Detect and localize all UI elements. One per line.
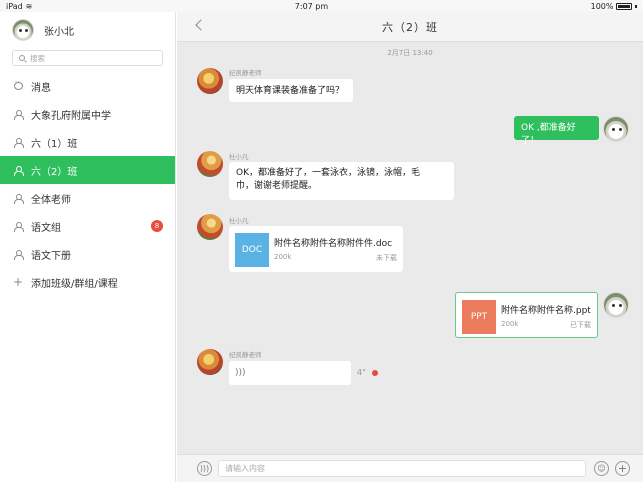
sender-name: 纪凯静老师 [229, 69, 262, 77]
voice-wave-icon: ))) [235, 368, 246, 378]
my-file-attachment-card[interactable]: PPT 附件名称附件名称.ppt 200k 已下载 [455, 292, 598, 338]
sidebar-item-class-6-2[interactable]: 六（2）班 [0, 156, 175, 184]
sidebar-item-label: 语文组 [31, 222, 61, 234]
sidebar-item-class-6-1[interactable]: 六（1）班 [0, 128, 175, 156]
my-avatar[interactable] [603, 116, 629, 142]
voice-duration: 4" [357, 368, 366, 377]
sender-name: 杜小凡 [229, 153, 249, 161]
avatar[interactable] [12, 19, 34, 41]
file-size: 200k [274, 253, 292, 261]
profile[interactable]: 张小北 [0, 12, 175, 48]
battery-percent: 100% [590, 1, 614, 11]
chat-title: 六（2）班 [382, 20, 438, 34]
message-bubble[interactable]: 明天体育课装备准备了吗？ [229, 79, 353, 102]
sidebar-item-label: 消息 [31, 82, 51, 94]
person-icon [14, 249, 24, 260]
message-input[interactable]: 请输入内容 [218, 460, 586, 477]
search-placeholder: 搜索 [30, 53, 45, 63]
unread-badge: 8 [151, 220, 163, 232]
input-placeholder: 请输入内容 [225, 464, 265, 473]
sender-avatar[interactable] [197, 214, 223, 240]
file-name: 附件名称附件名称附件件.doc [274, 239, 393, 249]
chat-header: 六（2）班 [177, 12, 643, 42]
voice-message-bubble[interactable]: ))) [229, 361, 351, 385]
sidebar-nav: 消息 大象孔府附属中学 六（1）班 六（2）班 全体老师 语文组 8 语文下册 [0, 72, 175, 296]
doc-file-icon: DOC [235, 233, 269, 267]
sidebar-item-messages[interactable]: 消息 [0, 72, 175, 100]
search-input[interactable]: 搜索 [12, 50, 163, 66]
sidebar-item-chinese-book[interactable]: 语文下册 [0, 240, 175, 268]
wifi-icon: ≋ [25, 1, 33, 11]
message-timestamp: 2月7日 13:40 [387, 49, 433, 57]
add-attachment-icon[interactable]: + [615, 461, 630, 476]
emoji-icon[interactable]: ☺ [594, 461, 609, 476]
person-icon [14, 165, 24, 176]
sender-name: 纪凯静老师 [229, 351, 262, 359]
my-message-bubble[interactable]: OK ,都准备好了！ [514, 116, 599, 146]
sidebar-item-chinese-group[interactable]: 语文组 8 [0, 212, 175, 240]
sidebar-item-all-teachers[interactable]: 全体老师 [0, 184, 175, 212]
message-line: OK，都准备好了，一套泳衣，泳镜，泳帽，毛 [236, 168, 420, 178]
person-icon [14, 221, 24, 232]
search-icon [19, 55, 25, 61]
voice-input-icon[interactable]: ))) [197, 461, 212, 476]
file-download-status: 已下载 [570, 321, 591, 329]
back-chevron-icon[interactable] [195, 19, 207, 31]
sidebar-item-label: 语文下册 [31, 250, 71, 262]
user-name: 张小北 [44, 26, 74, 38]
message-line: 巾，谢谢老师提醒。 [236, 181, 318, 192]
ppt-file-icon: PPT [462, 300, 496, 334]
person-icon [14, 193, 24, 204]
sidebar: 张小北 搜索 消息 大象孔府附属中学 六（1）班 六（2）班 全体老师 语文组 [0, 12, 176, 482]
sender-avatar[interactable] [197, 68, 223, 94]
sidebar-item-label: 六（1）班 [31, 138, 78, 150]
sidebar-item-label: 大象孔府附属中学 [31, 110, 111, 122]
sender-avatar[interactable] [197, 349, 223, 375]
person-icon [14, 137, 24, 148]
file-attachment-card[interactable]: DOC 附件名称附件名称附件件.doc 200k 未下载 [229, 226, 403, 272]
file-name: 附件名称附件名称.ppt [501, 306, 591, 316]
sidebar-item-label: 添加班级/群组/课程 [31, 278, 118, 290]
chat-panel: 六（2）班 2月7日 13:40 纪凯静老师 明天体育课装备准备了吗？ OK ,… [177, 12, 643, 482]
file-download-status: 未下载 [376, 254, 397, 262]
chat-bubble-icon [13, 79, 23, 90]
battery-icon [616, 2, 633, 10]
person-icon [14, 109, 24, 120]
file-size: 200k [501, 320, 519, 328]
plus-icon: + [12, 275, 24, 289]
sidebar-item-add-group[interactable]: + 添加班级/群组/课程 [0, 268, 175, 296]
sender-avatar[interactable] [197, 151, 223, 177]
sidebar-item-label: 全体老师 [31, 194, 71, 206]
sidebar-item-school[interactable]: 大象孔府附属中学 [0, 100, 175, 128]
input-bar: ))) 请输入内容 ☺ + [177, 454, 643, 482]
status-bar: iPad ≋ 7:07 pm 100% [0, 0, 643, 12]
status-time: 7:07 pm [294, 1, 329, 11]
my-avatar[interactable] [603, 292, 629, 318]
unread-dot [372, 370, 378, 376]
sidebar-item-label: 六（2）班 [31, 166, 78, 178]
message-bubble[interactable]: OK，都准备好了，一套泳衣，泳镜，泳帽，毛 巾，谢谢老师提醒。 [229, 162, 454, 200]
sender-name: 杜小凡 [229, 217, 249, 225]
device-label: iPad [6, 1, 23, 11]
